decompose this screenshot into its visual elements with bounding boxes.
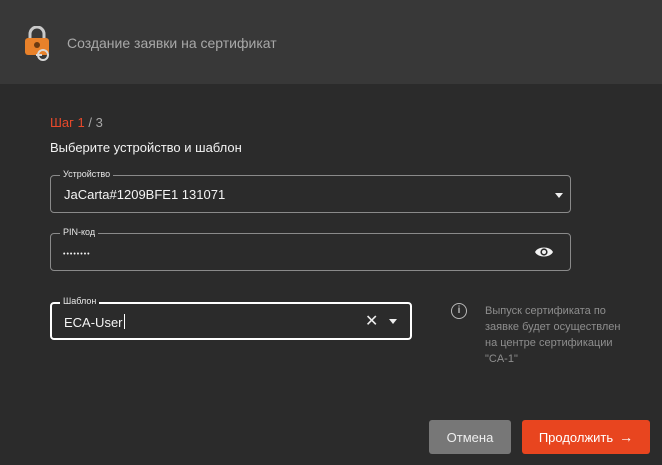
template-label: Шаблон xyxy=(60,296,100,307)
template-value: ECA-User xyxy=(64,315,123,330)
continue-button[interactable]: Продолжить → xyxy=(522,420,650,454)
template-select[interactable]: Шаблон ECA-User ✕ xyxy=(50,296,412,340)
window-title: Создание заявки на сертификат xyxy=(67,35,277,51)
step-total: / 3 xyxy=(84,115,103,130)
title-bar: Создание заявки на сертификат xyxy=(0,0,662,84)
text-cursor xyxy=(123,314,125,329)
arrow-right-icon: → xyxy=(619,429,634,445)
template-input[interactable]: ECA-User xyxy=(64,314,125,330)
device-value: JaCarta#1209BFE1 131071 xyxy=(64,187,226,202)
info-icon: i xyxy=(451,303,467,319)
cancel-label: Отмена xyxy=(446,429,494,445)
wizard-content: Шаг 1 / 3 Выберите устройство и шаблон У… xyxy=(0,84,662,465)
info-message: Выпуск сертификата по заявке будет осуще… xyxy=(485,305,621,365)
cancel-button[interactable]: Отмена xyxy=(429,420,511,454)
pin-value: •••••••• xyxy=(63,251,91,258)
clear-icon[interactable]: ✕ xyxy=(365,314,378,330)
eye-icon[interactable] xyxy=(534,243,554,261)
chevron-down-icon[interactable] xyxy=(555,193,563,198)
pin-field[interactable]: PIN-код •••••••• xyxy=(50,227,571,271)
key-lock-app-icon xyxy=(25,26,49,61)
step-subtitle: Выберите устройство и шаблон xyxy=(50,140,242,155)
device-label: Устройство xyxy=(60,169,114,180)
step-indicator: Шаг 1 / 3 xyxy=(50,115,103,130)
step-current: Шаг 1 xyxy=(50,115,85,130)
continue-label: Продолжить xyxy=(538,430,614,445)
device-select[interactable]: Устройство JaCarta#1209BFE1 131071 xyxy=(50,169,571,213)
chevron-down-icon[interactable] xyxy=(389,319,397,324)
pin-label: PIN-код xyxy=(60,227,99,238)
